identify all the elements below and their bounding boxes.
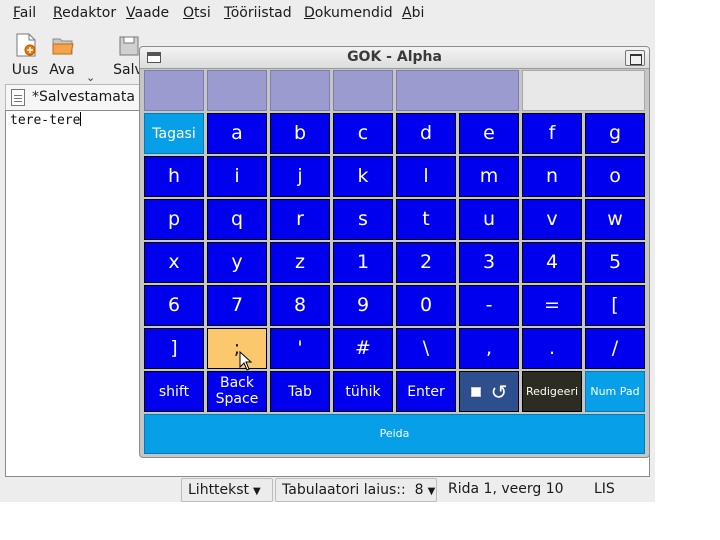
- char-key[interactable]: y: [207, 242, 267, 283]
- menu-fail[interactable]: Fail: [13, 5, 36, 21]
- new-document-icon: [16, 33, 36, 57]
- char-key[interactable]: s: [333, 199, 393, 240]
- menu-dokumendid[interactable]: Dokumendid: [304, 5, 393, 21]
- char-key[interactable]: 1: [333, 242, 393, 283]
- char-key[interactable]: w: [585, 199, 645, 240]
- backspace-key[interactable]: Back Space: [207, 371, 267, 412]
- language-selector[interactable]: Lihttekst ▼: [181, 478, 273, 502]
- char-key[interactable]: c: [333, 113, 393, 154]
- statusbar: Lihttekst ▼ Tabulaatori laius:: 8 ▼ Rida 1…: [5, 478, 650, 502]
- insert-mode: LIS: [594, 481, 615, 497]
- gok-top-key-3[interactable]: [270, 70, 330, 111]
- char-key[interactable]: #: [333, 328, 393, 369]
- char-key[interactable]: [: [585, 285, 645, 326]
- menu-vaade[interactable]: Vaade: [126, 5, 169, 21]
- char-key[interactable]: e: [459, 113, 519, 154]
- refresh-icon: ↺: [490, 379, 508, 404]
- char-key[interactable]: l: [396, 156, 456, 197]
- char-key[interactable]: p: [144, 199, 204, 240]
- char-key[interactable]: 9: [333, 285, 393, 326]
- char-key[interactable]: q: [207, 199, 267, 240]
- char-key[interactable]: f: [522, 113, 582, 154]
- chevron-down-icon: ▼: [427, 486, 436, 497]
- menu-redaktor[interactable]: Redaktor: [53, 5, 116, 21]
- char-key[interactable]: /: [585, 328, 645, 369]
- char-key[interactable]: h: [144, 156, 204, 197]
- editor-content: tere-tere: [10, 112, 82, 128]
- maximize-icon[interactable]: [625, 50, 645, 66]
- gok-top-key-2[interactable]: [207, 70, 267, 111]
- back-key[interactable]: Tagasi: [144, 113, 204, 154]
- char-key[interactable]: t: [396, 199, 456, 240]
- menu-otsi[interactable]: Otsi: [183, 5, 211, 21]
- char-key[interactable]: ': [270, 328, 330, 369]
- char-key[interactable]: ;: [207, 328, 267, 369]
- menu-tooriistad[interactable]: Tööriistad: [224, 5, 292, 21]
- tab-key[interactable]: Tab: [270, 371, 330, 412]
- char-key[interactable]: 8: [270, 285, 330, 326]
- gok-title: GOK - Alpha: [347, 49, 442, 65]
- char-key[interactable]: =: [522, 285, 582, 326]
- char-key[interactable]: r: [270, 199, 330, 240]
- char-key[interactable]: u: [459, 199, 519, 240]
- shift-key[interactable]: shift: [144, 371, 204, 412]
- gok-top-key-4[interactable]: [333, 70, 393, 111]
- char-key[interactable]: ,: [459, 328, 519, 369]
- numpad-key[interactable]: Num Pad: [585, 371, 645, 412]
- char-key[interactable]: v: [522, 199, 582, 240]
- repeat-toggle-key[interactable]: ↺: [459, 371, 519, 412]
- char-key[interactable]: 6: [144, 285, 204, 326]
- save-icon: [119, 36, 139, 56]
- char-key[interactable]: 0: [396, 285, 456, 326]
- folder-open-icon: [52, 38, 74, 55]
- char-key[interactable]: x: [144, 242, 204, 283]
- gok-titlebar[interactable]: GOK - Alpha: [140, 47, 649, 69]
- char-key[interactable]: a: [207, 113, 267, 154]
- char-key[interactable]: o: [585, 156, 645, 197]
- gok-top-key-5[interactable]: [396, 70, 519, 111]
- tab-width-selector[interactable]: Tabulaatori laius:: 8 ▼: [275, 478, 437, 502]
- enter-key[interactable]: Enter: [396, 371, 456, 412]
- char-key[interactable]: .: [522, 328, 582, 369]
- gok-keyboard-window: GOK - Alpha Tagasi a b c d e f g h i j k l m n o p q r s t u v…: [139, 46, 650, 458]
- char-key[interactable]: g: [585, 113, 645, 154]
- char-key[interactable]: i: [207, 156, 267, 197]
- menu-abi[interactable]: Abi: [402, 5, 424, 21]
- char-key[interactable]: z: [270, 242, 330, 283]
- char-key[interactable]: \: [396, 328, 456, 369]
- gok-top-key-1[interactable]: [144, 70, 204, 111]
- open-button[interactable]: Ava: [40, 31, 84, 78]
- char-key[interactable]: 7: [207, 285, 267, 326]
- cursor-position: Rida 1, veerg 10: [448, 481, 564, 497]
- checkbox-icon: [470, 386, 481, 397]
- char-key[interactable]: 5: [585, 242, 645, 283]
- edit-key[interactable]: Redigeeri: [522, 371, 582, 412]
- char-key[interactable]: 2: [396, 242, 456, 283]
- char-key[interactable]: n: [522, 156, 582, 197]
- char-key[interactable]: 3: [459, 242, 519, 283]
- text-caret: [80, 112, 82, 126]
- open-recent-arrow-icon[interactable]: ⌄: [86, 71, 95, 84]
- text-document-icon: [11, 89, 25, 106]
- char-key[interactable]: d: [396, 113, 456, 154]
- space-key[interactable]: tühik: [333, 371, 393, 412]
- char-key[interactable]: m: [459, 156, 519, 197]
- menubar: Fail Redaktor Vaade Otsi Tööriistad Doku…: [0, 0, 655, 27]
- char-key[interactable]: ]: [144, 328, 204, 369]
- chevron-down-icon: ▼: [253, 486, 261, 497]
- hide-key[interactable]: Peida: [144, 414, 645, 454]
- char-key[interactable]: -: [459, 285, 519, 326]
- mouse-pointer-icon: [239, 351, 253, 371]
- char-key[interactable]: k: [333, 156, 393, 197]
- char-key[interactable]: 4: [522, 242, 582, 283]
- char-key[interactable]: b: [270, 113, 330, 154]
- gok-top-key-6[interactable]: [522, 70, 645, 111]
- char-key[interactable]: j: [270, 156, 330, 197]
